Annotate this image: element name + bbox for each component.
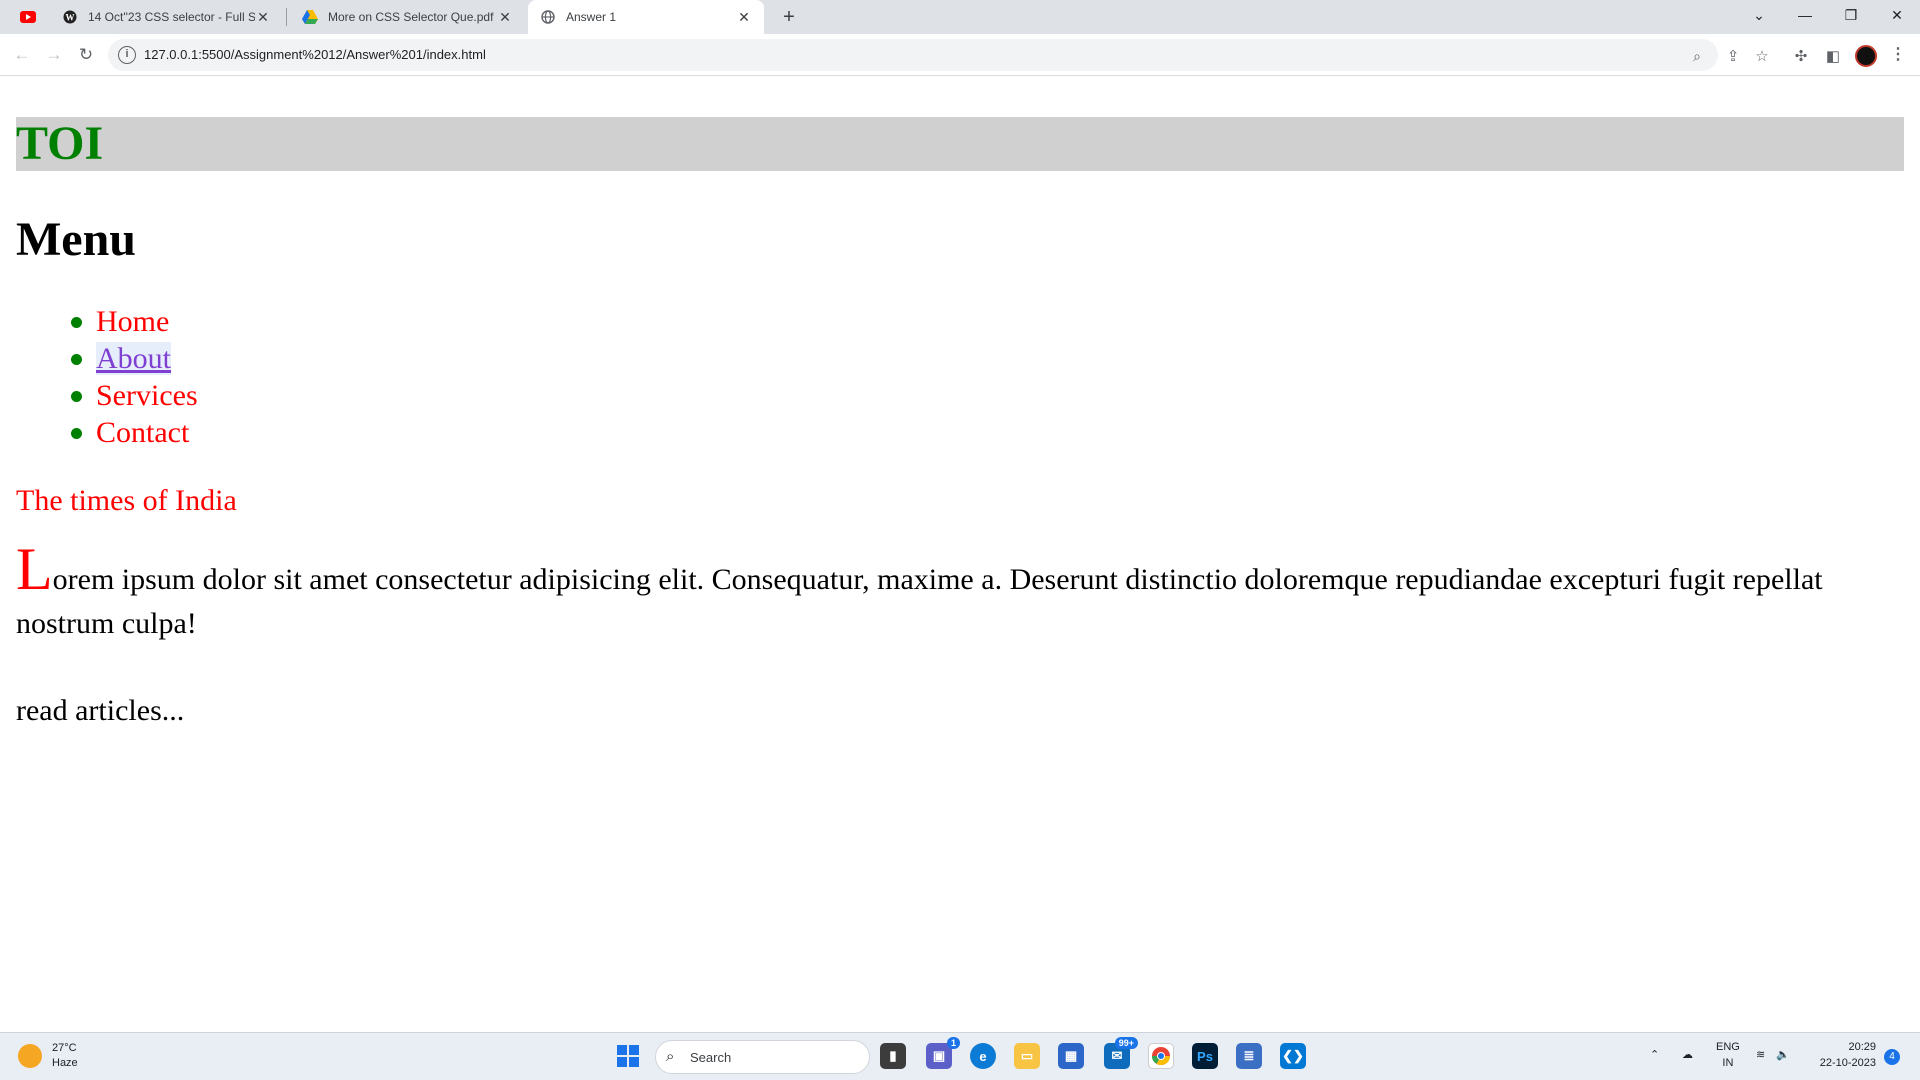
volume-icon[interactable]: 🔈 bbox=[1776, 1047, 1790, 1063]
menu-item-home[interactable]: Home bbox=[71, 303, 198, 340]
svg-text:W: W bbox=[66, 13, 75, 23]
globe-icon bbox=[540, 9, 556, 25]
photoshop-icon[interactable]: Ps bbox=[1192, 1043, 1218, 1069]
clock-time: 20:29 bbox=[1848, 1041, 1876, 1053]
weather-temperature: 27°C bbox=[52, 1042, 77, 1054]
tab-divider bbox=[286, 8, 287, 26]
bullet-icon bbox=[71, 391, 82, 402]
extensions-puzzle-icon[interactable]: ✣ bbox=[1791, 46, 1811, 66]
forward-button[interactable]: → bbox=[42, 43, 66, 67]
tab-search-chevron-icon[interactable]: ⌄ bbox=[1736, 0, 1782, 30]
lorem-text: orem ipsum dolor sit amet consectetur ad… bbox=[16, 563, 1823, 640]
taskbar-search[interactable]: ⌕ Search bbox=[655, 1040, 870, 1074]
site-title: TOI bbox=[16, 117, 104, 170]
bullet-icon bbox=[71, 354, 82, 365]
menu-item-label[interactable]: Home bbox=[96, 305, 169, 338]
drop-cap-letter: L bbox=[16, 536, 53, 602]
tab-strip: W 14 Oct''23 CSS selector - Full Sta ✕ M… bbox=[0, 0, 1920, 34]
show-hidden-icons-chevron-icon[interactable]: ⌃ bbox=[1650, 1047, 1659, 1063]
close-icon[interactable]: ✕ bbox=[255, 9, 271, 25]
task-view-icon[interactable]: ▮ bbox=[880, 1043, 906, 1069]
mail-badge: 99+ bbox=[1114, 1037, 1138, 1049]
browser-menu-icon[interactable]: ⋮ bbox=[1890, 44, 1906, 64]
mail-icon[interactable]: ✉ 99+ bbox=[1104, 1037, 1138, 1069]
side-panel-icon[interactable]: ◧ bbox=[1823, 46, 1843, 66]
menu-heading: Menu bbox=[16, 213, 136, 266]
clock[interactable]: 20:29 22-10-2023 bbox=[1808, 1039, 1876, 1071]
notepad-icon[interactable]: ≣ bbox=[1236, 1043, 1262, 1069]
reload-button[interactable]: ↻ bbox=[74, 43, 98, 67]
file-explorer-icon[interactable]: ▭ bbox=[1014, 1043, 1040, 1069]
share-icon[interactable]: ⇪ bbox=[1723, 46, 1743, 66]
clock-date: 22-10-2023 bbox=[1819, 1057, 1876, 1069]
tab-label: Answer 1 bbox=[566, 10, 617, 24]
teams-chat-icon[interactable]: ▣ 1 bbox=[926, 1037, 960, 1069]
notification-badge[interactable]: 4 bbox=[1884, 1049, 1900, 1065]
bullet-icon bbox=[71, 428, 82, 439]
weather-description: Haze bbox=[52, 1057, 78, 1069]
browser-chrome: W 14 Oct''23 CSS selector - Full Sta ✕ M… bbox=[0, 0, 1920, 76]
lorem-paragraph: Lorem ipsum dolor sit amet consectetur a… bbox=[16, 539, 1896, 646]
bullet-icon bbox=[71, 317, 82, 328]
close-icon[interactable]: ✕ bbox=[497, 9, 513, 25]
search-placeholder: Search bbox=[690, 1050, 732, 1065]
youtube-icon bbox=[20, 9, 36, 25]
url-text[interactable]: 127.0.0.1:5500/Assignment%2012/Answer%20… bbox=[144, 47, 486, 62]
weather-widget[interactable]: 27°C Haze bbox=[18, 1041, 78, 1071]
profile-avatar[interactable] bbox=[1855, 45, 1877, 67]
menu-item-label[interactable]: Services bbox=[96, 379, 198, 412]
edge-browser-icon[interactable]: e bbox=[970, 1043, 996, 1069]
read-articles-text: read articles... bbox=[16, 694, 185, 727]
language-indicator[interactable]: ENG IN bbox=[1716, 1039, 1740, 1071]
tab-css-selector-pdf[interactable]: More on CSS Selector Que.pdf - ✕ bbox=[290, 0, 525, 34]
start-windows-icon[interactable] bbox=[615, 1043, 641, 1069]
menu-list: Home About Services Contact bbox=[71, 303, 198, 451]
tab-label: 14 Oct''23 CSS selector - Full Sta bbox=[88, 10, 255, 24]
back-button[interactable]: ← bbox=[10, 43, 34, 67]
tab-css-selector-video[interactable]: W 14 Oct''23 CSS selector - Full Sta ✕ bbox=[8, 0, 283, 34]
menu-item-services[interactable]: Services bbox=[71, 377, 198, 414]
tab-label: More on CSS Selector Que.pdf - bbox=[328, 10, 497, 24]
menu-item-contact[interactable]: Contact bbox=[71, 414, 198, 451]
site-header: TOI bbox=[16, 117, 1904, 171]
windows-taskbar: 27°C Haze ⌕ Search ▮ ▣ 1 e ▭ ▦ ✉ 99+ Ps ≣ … bbox=[0, 1032, 1920, 1080]
address-bar[interactable]: i 127.0.0.1:5500/Assignment%2012/Answer%… bbox=[108, 39, 1718, 71]
wordpress-icon: W bbox=[62, 9, 78, 25]
language-region: IN bbox=[1722, 1057, 1734, 1069]
language-code: ENG bbox=[1716, 1041, 1740, 1053]
restore-button[interactable]: ❐ bbox=[1828, 0, 1874, 30]
close-window-button[interactable]: ✕ bbox=[1874, 0, 1920, 30]
weather-sun-icon bbox=[18, 1044, 42, 1068]
onedrive-icon[interactable]: ☁ bbox=[1682, 1047, 1693, 1063]
close-icon[interactable]: ✕ bbox=[736, 9, 752, 25]
search-icon: ⌕ bbox=[666, 1048, 675, 1065]
webpage-content: TOI Menu Home About Services Contact The… bbox=[0, 77, 1920, 1032]
site-info-icon[interactable]: i bbox=[118, 46, 136, 64]
about-link[interactable]: About bbox=[96, 342, 171, 375]
new-tab-button[interactable]: + bbox=[776, 4, 802, 30]
page-subtitle: The times of India bbox=[16, 484, 237, 517]
zoom-icon[interactable]: ⌕ bbox=[1688, 47, 1706, 65]
wifi-icon[interactable]: ≋ bbox=[1756, 1047, 1765, 1063]
menu-item-about[interactable]: About bbox=[71, 340, 198, 377]
bookmark-star-icon[interactable]: ☆ bbox=[1752, 46, 1772, 66]
tab-answer-1[interactable]: Answer 1 ✕ bbox=[528, 0, 764, 34]
google-drive-icon bbox=[302, 9, 318, 25]
menu-item-label[interactable]: Contact bbox=[96, 416, 189, 449]
teams-badge: 1 bbox=[946, 1037, 960, 1049]
vscode-icon[interactable]: ❮❯ bbox=[1280, 1043, 1306, 1069]
browser-toolbar: ← → ↻ i 127.0.0.1:5500/Assignment%2012/A… bbox=[0, 34, 1920, 76]
minimize-button[interactable]: — bbox=[1782, 0, 1828, 30]
microsoft-store-icon[interactable]: ▦ bbox=[1058, 1043, 1084, 1069]
chrome-icon[interactable] bbox=[1148, 1043, 1174, 1069]
